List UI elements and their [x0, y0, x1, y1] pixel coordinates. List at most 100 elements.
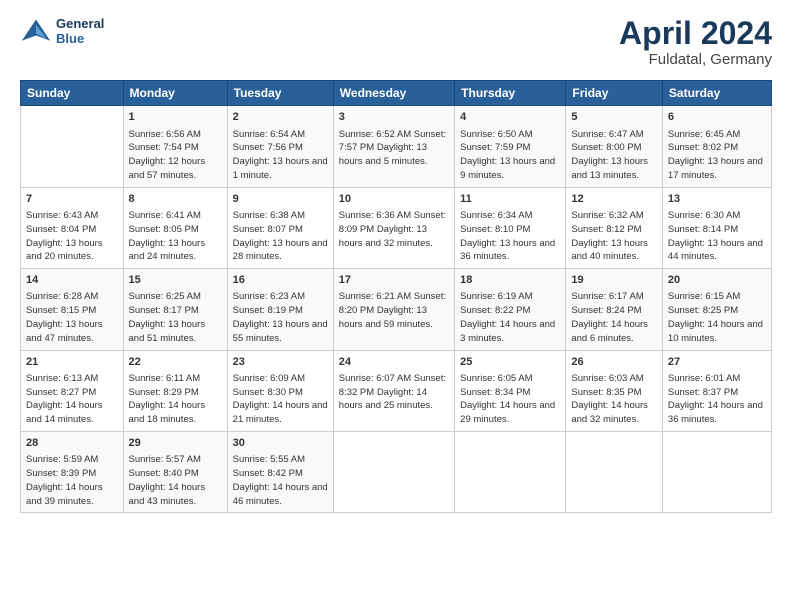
logo-icon: [20, 17, 52, 45]
day-info: Sunrise: 5:57 AM Sunset: 8:40 PM Dayligh…: [129, 453, 222, 508]
day-cell: 23 Sunrise: 6:09 AM Sunset: 8:30 PM Dayli…: [227, 350, 333, 431]
day-cell: [333, 432, 454, 513]
day-number: 5: [571, 110, 657, 125]
day-cell: 14Sunrise: 6:28 AM Sunset: 8:15 PM Dayli…: [21, 269, 124, 350]
day-number: 16: [233, 273, 328, 288]
day-cell: 26 Sunrise: 6:03 AM Sunset: 8:35 PM Dayli…: [566, 350, 663, 431]
col-header-sunday: Sunday: [21, 81, 124, 106]
day-number: 15: [129, 273, 222, 288]
day-info: Sunrise: 6:17 AM Sunset: 8:24 PM Dayligh…: [571, 290, 657, 345]
day-number: 29: [129, 436, 222, 451]
day-cell: 25 Sunrise: 6:05 AM Sunset: 8:34 PM Dayli…: [455, 350, 566, 431]
col-header-friday: Friday: [566, 81, 663, 106]
logo: General Blue: [20, 16, 104, 46]
day-number: 19: [571, 273, 657, 288]
day-number: 11: [460, 192, 560, 207]
day-number: 24: [339, 355, 449, 370]
day-cell: 24 Sunrise: 6:07 AM Sunset: 8:32 PM Dayli…: [333, 350, 454, 431]
day-cell: [455, 432, 566, 513]
day-number: 14: [26, 273, 118, 288]
day-number: 21: [26, 355, 118, 370]
day-info: Sunrise: 6:15 AM Sunset: 8:25 PM Dayligh…: [668, 290, 766, 345]
day-info: Sunrise: 6:09 AM Sunset: 8:30 PM Dayligh…: [233, 372, 328, 427]
day-info: Sunrise: 6:34 AM Sunset: 8:10 PM Dayligh…: [460, 209, 560, 264]
week-row-4: 21 Sunrise: 6:13 AM Sunset: 8:27 PM Dayli…: [21, 350, 772, 431]
day-cell: 15 Sunrise: 6:25 AM Sunset: 8:17 PM Dayli…: [123, 269, 227, 350]
day-number: 10: [339, 192, 449, 207]
day-cell: 18 Sunrise: 6:19 AM Sunset: 8:22 PM Dayli…: [455, 269, 566, 350]
day-number: 30: [233, 436, 328, 451]
day-number: 13: [668, 192, 766, 207]
day-cell: 1 Sunrise: 6:56 AM Sunset: 7:54 PM Daylig…: [123, 106, 227, 187]
day-cell: 22 Sunrise: 6:11 AM Sunset: 8:29 PM Dayli…: [123, 350, 227, 431]
col-header-tuesday: Tuesday: [227, 81, 333, 106]
day-cell: 30 Sunrise: 5:55 AM Sunset: 8:42 PM Dayli…: [227, 432, 333, 513]
day-cell: 6Sunrise: 6:45 AM Sunset: 8:02 PM Daylig…: [662, 106, 771, 187]
day-info: Sunrise: 5:59 AM Sunset: 8:39 PM Dayligh…: [26, 453, 118, 508]
day-info: Sunrise: 6:13 AM Sunset: 8:27 PM Dayligh…: [26, 372, 118, 427]
day-cell: 3 Sunrise: 6:52 AM Sunset: 7:57 PM Daylig…: [333, 106, 454, 187]
day-number: 20: [668, 273, 766, 288]
day-cell: 5 Sunrise: 6:47 AM Sunset: 8:00 PM Daylig…: [566, 106, 663, 187]
day-info: Sunrise: 6:03 AM Sunset: 8:35 PM Dayligh…: [571, 372, 657, 427]
day-cell: 28Sunrise: 5:59 AM Sunset: 8:39 PM Dayli…: [21, 432, 124, 513]
header: General Blue April 2024 Fuldatal, German…: [20, 16, 772, 68]
day-cell: 17 Sunrise: 6:21 AM Sunset: 8:20 PM Dayli…: [333, 269, 454, 350]
day-cell: [662, 432, 771, 513]
col-header-saturday: Saturday: [662, 81, 771, 106]
day-cell: 4Sunrise: 6:50 AM Sunset: 7:59 PM Daylig…: [455, 106, 566, 187]
day-info: Sunrise: 6:25 AM Sunset: 8:17 PM Dayligh…: [129, 290, 222, 345]
day-info: Sunrise: 6:05 AM Sunset: 8:34 PM Dayligh…: [460, 372, 560, 427]
week-row-2: 7Sunrise: 6:43 AM Sunset: 8:04 PM Daylig…: [21, 187, 772, 268]
day-info: Sunrise: 5:55 AM Sunset: 8:42 PM Dayligh…: [233, 453, 328, 508]
day-number: 8: [129, 192, 222, 207]
day-cell: 10 Sunrise: 6:36 AM Sunset: 8:09 PM Dayli…: [333, 187, 454, 268]
day-info: Sunrise: 6:38 AM Sunset: 8:07 PM Dayligh…: [233, 209, 328, 264]
day-number: 23: [233, 355, 328, 370]
day-number: 25: [460, 355, 560, 370]
day-info: Sunrise: 6:52 AM Sunset: 7:57 PM Dayligh…: [339, 128, 449, 169]
day-header-row: SundayMondayTuesdayWednesdayThursdayFrid…: [21, 81, 772, 106]
day-number: 26: [571, 355, 657, 370]
calendar-title: April 2024: [619, 16, 772, 51]
day-info: Sunrise: 6:56 AM Sunset: 7:54 PM Dayligh…: [129, 128, 222, 183]
week-row-1: 1 Sunrise: 6:56 AM Sunset: 7:54 PM Daylig…: [21, 106, 772, 187]
day-info: Sunrise: 6:45 AM Sunset: 8:02 PM Dayligh…: [668, 128, 766, 183]
day-number: 17: [339, 273, 449, 288]
day-cell: 20 Sunrise: 6:15 AM Sunset: 8:25 PM Dayli…: [662, 269, 771, 350]
day-number: 22: [129, 355, 222, 370]
day-info: Sunrise: 6:50 AM Sunset: 7:59 PM Dayligh…: [460, 128, 560, 183]
day-info: Sunrise: 6:11 AM Sunset: 8:29 PM Dayligh…: [129, 372, 222, 427]
calendar-table: SundayMondayTuesdayWednesdayThursdayFrid…: [20, 80, 772, 513]
day-cell: 29 Sunrise: 5:57 AM Sunset: 8:40 PM Dayli…: [123, 432, 227, 513]
day-cell: 16Sunrise: 6:23 AM Sunset: 8:19 PM Dayli…: [227, 269, 333, 350]
day-cell: 11 Sunrise: 6:34 AM Sunset: 8:10 PM Dayli…: [455, 187, 566, 268]
title-block: April 2024 Fuldatal, Germany: [619, 16, 772, 68]
day-cell: 8Sunrise: 6:41 AM Sunset: 8:05 PM Daylig…: [123, 187, 227, 268]
day-info: Sunrise: 6:54 AM Sunset: 7:56 PM Dayligh…: [233, 128, 328, 183]
day-info: Sunrise: 6:19 AM Sunset: 8:22 PM Dayligh…: [460, 290, 560, 345]
day-info: Sunrise: 6:21 AM Sunset: 8:20 PM Dayligh…: [339, 290, 449, 331]
day-number: 3: [339, 110, 449, 125]
day-info: Sunrise: 6:36 AM Sunset: 8:09 PM Dayligh…: [339, 209, 449, 250]
day-info: Sunrise: 6:32 AM Sunset: 8:12 PM Dayligh…: [571, 209, 657, 264]
day-cell: 2 Sunrise: 6:54 AM Sunset: 7:56 PM Daylig…: [227, 106, 333, 187]
day-cell: 9Sunrise: 6:38 AM Sunset: 8:07 PM Daylig…: [227, 187, 333, 268]
day-cell: 21 Sunrise: 6:13 AM Sunset: 8:27 PM Dayli…: [21, 350, 124, 431]
day-cell: 7Sunrise: 6:43 AM Sunset: 8:04 PM Daylig…: [21, 187, 124, 268]
day-cell: [566, 432, 663, 513]
day-number: 7: [26, 192, 118, 207]
day-info: Sunrise: 6:47 AM Sunset: 8:00 PM Dayligh…: [571, 128, 657, 183]
day-number: 27: [668, 355, 766, 370]
logo-text: General Blue: [56, 16, 104, 46]
col-header-monday: Monday: [123, 81, 227, 106]
day-number: 2: [233, 110, 328, 125]
day-number: 1: [129, 110, 222, 125]
day-cell: 19 Sunrise: 6:17 AM Sunset: 8:24 PM Dayli…: [566, 269, 663, 350]
day-cell: 12 Sunrise: 6:32 AM Sunset: 8:12 PM Dayli…: [566, 187, 663, 268]
day-cell: [21, 106, 124, 187]
day-number: 12: [571, 192, 657, 207]
day-number: 18: [460, 273, 560, 288]
day-info: Sunrise: 6:07 AM Sunset: 8:32 PM Dayligh…: [339, 372, 449, 413]
calendar-subtitle: Fuldatal, Germany: [619, 51, 772, 68]
